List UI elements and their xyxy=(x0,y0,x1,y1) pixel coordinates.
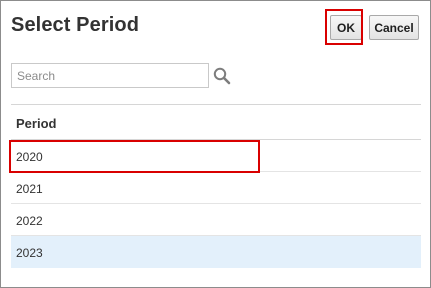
period-list: 2020 2021 2022 2023 xyxy=(11,140,421,268)
period-column-header: Period xyxy=(11,104,421,140)
select-period-dialog: Select Period OK Cancel Period 2020 2021… xyxy=(0,0,431,288)
list-item-label: 2021 xyxy=(16,182,43,196)
list-item-2020[interactable]: 2020 xyxy=(11,140,421,172)
column-header-label: Period xyxy=(16,116,57,131)
list-item-2021[interactable]: 2021 xyxy=(11,172,421,204)
list-item-2023[interactable]: 2023 xyxy=(11,236,421,268)
dialog-title: Select Period xyxy=(11,14,140,36)
list-item-label: 2022 xyxy=(16,214,43,228)
search-icon[interactable] xyxy=(212,66,232,86)
ok-button[interactable]: OK xyxy=(330,15,362,40)
cancel-button[interactable]: Cancel xyxy=(369,15,419,40)
list-item-2022[interactable]: 2022 xyxy=(11,204,421,236)
list-item-label: 2023 xyxy=(16,246,43,260)
list-item-label: 2020 xyxy=(16,150,43,164)
search-input[interactable] xyxy=(11,63,209,88)
